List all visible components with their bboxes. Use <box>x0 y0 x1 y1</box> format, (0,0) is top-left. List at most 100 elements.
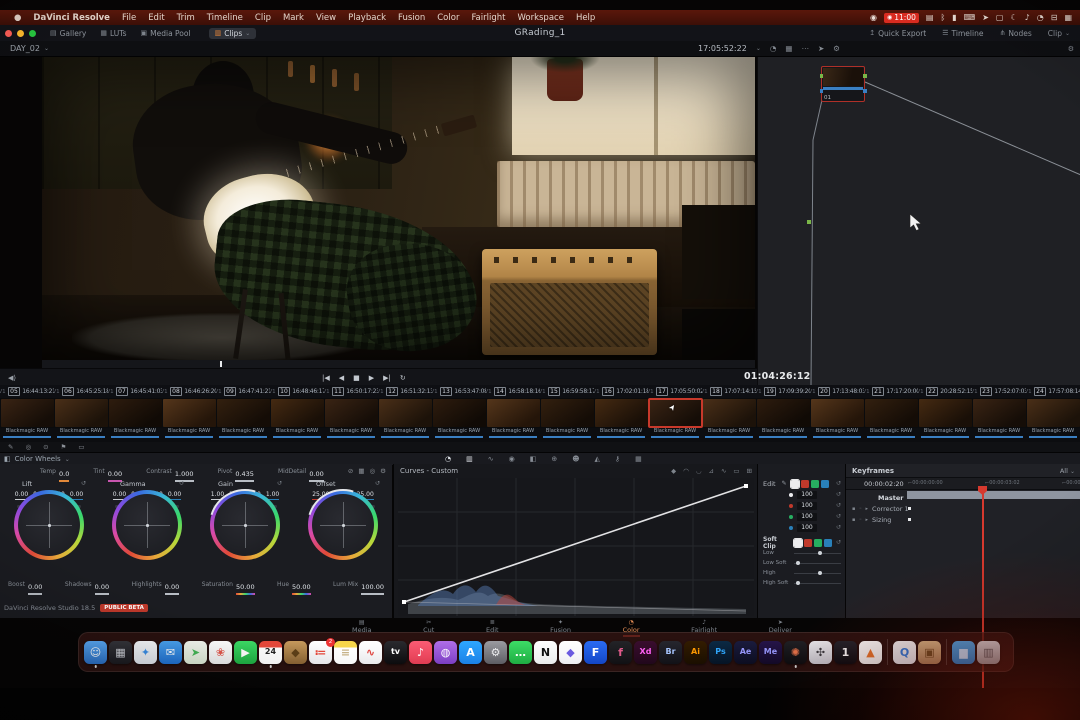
channel-chip[interactable] <box>810 479 819 488</box>
clip-header[interactable]: V1 17 17:05:50:02 <box>648 385 702 398</box>
clip-header[interactable]: V1 20 17:13:48:03 <box>810 385 864 398</box>
screen-recording-badge[interactable]: ◉ 11:00 <box>884 12 919 23</box>
dock-capture-one[interactable]: 1 <box>834 640 857 664</box>
dock-launchpad[interactable]: ▦ <box>109 640 132 664</box>
moon-icon[interactable]: ☾ <box>1010 13 1017 22</box>
menu-item-help[interactable]: Help <box>570 13 601 23</box>
node-key-output-dot[interactable] <box>863 89 867 93</box>
viewer-jog-bar[interactable] <box>42 360 755 368</box>
clip-thumbnail[interactable] <box>378 399 432 427</box>
highlights-param[interactable]: Highlights 0.00 <box>132 574 180 595</box>
menu-item-fusion[interactable]: Fusion <box>392 13 431 23</box>
dock-app-fox[interactable]: ▲ <box>859 640 882 664</box>
clip-header[interactable]: V1 05 16:44:13:21 <box>0 385 54 398</box>
gear-icon[interactable]: ⚙ <box>833 44 840 53</box>
play-button[interactable]: ▶ <box>369 374 374 382</box>
primary-bars-icon[interactable]: ▥ <box>466 455 473 463</box>
dock-finder[interactable]: ☺ <box>84 640 107 668</box>
clip-thumbnail[interactable] <box>324 399 378 427</box>
reset-icon[interactable]: ↺ <box>179 480 184 487</box>
custom-curve-icon[interactable]: ◆ <box>671 467 676 475</box>
low-soft-slider[interactable]: Low Soft <box>758 558 846 568</box>
clip-header[interactable]: V1 16 17:02:01:18 <box>594 385 648 398</box>
dock-photos[interactable]: ❀ <box>209 640 232 664</box>
high-slider[interactable]: High <box>758 568 846 578</box>
sizing-icon[interactable]: ▦ <box>635 455 642 463</box>
clip-thumbnail[interactable] <box>0 399 54 427</box>
master-track-region[interactable] <box>907 491 1080 499</box>
dock-calendar[interactable]: 24 <box>259 640 282 668</box>
clip-header[interactable]: V1 21 17:17:20:00 <box>864 385 918 398</box>
dock-adobe-xd[interactable]: Xd <box>634 640 657 664</box>
menu-item-edit[interactable]: Edit <box>142 13 170 23</box>
ellipsis-icon[interactable]: ⋯ <box>801 44 809 53</box>
channel-value[interactable]: 100 <box>797 501 817 510</box>
menu-item-color[interactable]: Color <box>431 13 465 23</box>
dock-system-settings[interactable]: ⚙ <box>484 640 507 664</box>
menu-item-trim[interactable]: Trim <box>171 13 201 23</box>
dock-podcasts[interactable]: ◍ <box>434 640 457 664</box>
curves-menu-icon[interactable]: ⊞ <box>747 467 752 475</box>
target-icon[interactable]: ◎ <box>25 443 31 451</box>
flag-icon[interactable]: ⚑ <box>61 443 67 451</box>
clip-thumbnail[interactable] <box>810 399 864 427</box>
channel-chip[interactable] <box>800 479 809 488</box>
zoom-icon[interactable]: ⊙ <box>43 443 48 451</box>
clip-header[interactable]: V1 09 16:47:41:21 <box>216 385 270 398</box>
reset-icon[interactable]: ↺ <box>836 480 841 487</box>
dock-apple-tv[interactable]: tv <box>384 640 407 664</box>
gain-wheel[interactable]: Gain↺1.001.001.001.00 <box>196 478 294 574</box>
slider-knob[interactable] <box>818 550 823 555</box>
clip-thumbnail[interactable] <box>864 399 918 427</box>
magic-mask-icon[interactable]: ☻ <box>572 455 579 463</box>
gear-icon[interactable]: ⚙ <box>1068 45 1074 53</box>
channel-value[interactable]: 100 <box>797 523 817 532</box>
blur-icon[interactable]: ◭ <box>595 455 600 463</box>
play-reverse-button[interactable]: ◀ <box>339 374 344 382</box>
channel-chip[interactable] <box>803 538 812 547</box>
clip-header[interactable]: V1 22 20:28:52:15 <box>918 385 972 398</box>
reset-icon[interactable]: ↺ <box>836 539 841 546</box>
gamma-wheel[interactable]: Gamma↺0.000.000.000.00 <box>98 478 196 574</box>
clock-icon[interactable]: ◔ <box>1037 13 1044 22</box>
hue-vs-lum-icon[interactable]: ⊿ <box>708 467 713 475</box>
battery-icon[interactable]: ▮ <box>952 13 956 22</box>
stop-button[interactable]: ■ <box>353 374 360 382</box>
lum-vs-sat-icon[interactable]: ∿ <box>721 467 726 475</box>
jog-playhead[interactable] <box>220 361 222 367</box>
menu-item-workspace[interactable]: Workspace <box>511 13 569 23</box>
curves-icon[interactable]: ∿ <box>488 455 494 463</box>
corrector-node[interactable]: 01 <box>819 66 867 102</box>
clip-header[interactable]: V1 06 16:45:25:18 <box>54 385 108 398</box>
low-slider[interactable]: Low <box>758 548 846 558</box>
dock-davinci-resolve[interactable]: ✺ <box>784 640 807 668</box>
clip-header[interactable]: V1 15 16:59:58:17 <box>540 385 594 398</box>
track-sizing[interactable]: ▪ ◦ ▸ Sizing <box>846 514 1080 525</box>
clip-header[interactable]: V1 23 17:52:07:03 <box>972 385 1026 398</box>
clip-thumbnail[interactable] <box>216 399 270 427</box>
dock-messages[interactable]: … <box>509 640 532 664</box>
menu-item-view[interactable]: View <box>310 13 342 23</box>
dock-framer[interactable]: F <box>584 640 607 664</box>
color-wheel-icon[interactable]: ◔ <box>770 44 777 53</box>
last-frame-button[interactable]: ▶| <box>383 374 391 382</box>
tracker-icon[interactable]: ⊕ <box>551 455 557 463</box>
loop-button[interactable]: ↻ <box>400 374 406 382</box>
dock-music[interactable]: ♪ <box>409 640 432 664</box>
dock-app-wave[interactable]: ∿ <box>359 640 382 664</box>
volume-icon[interactable]: ♪ <box>1025 13 1030 22</box>
lum-mix-param[interactable]: Lum Mix 100.00 <box>333 574 384 595</box>
reset-icon[interactable]: ↺ <box>836 502 841 509</box>
reset-icon[interactable]: ↺ <box>836 491 841 498</box>
channel-chip[interactable] <box>789 478 801 489</box>
clip-thumbnail[interactable] <box>756 399 810 427</box>
saturation-param[interactable]: Saturation 50.00 <box>202 574 255 595</box>
dock-unarchiver[interactable]: ▣ <box>918 640 941 664</box>
dock-media-encoder[interactable]: Me <box>759 640 782 664</box>
node-input-dot[interactable] <box>819 74 823 78</box>
frame-icon[interactable]: ▭ <box>78 443 84 451</box>
dock-maps[interactable]: ➤ <box>184 640 207 664</box>
menu-item-playback[interactable]: Playback <box>342 13 392 23</box>
dock-notes[interactable]: ≡ <box>334 640 357 664</box>
power-window-icon[interactable]: ◧ <box>530 455 537 463</box>
